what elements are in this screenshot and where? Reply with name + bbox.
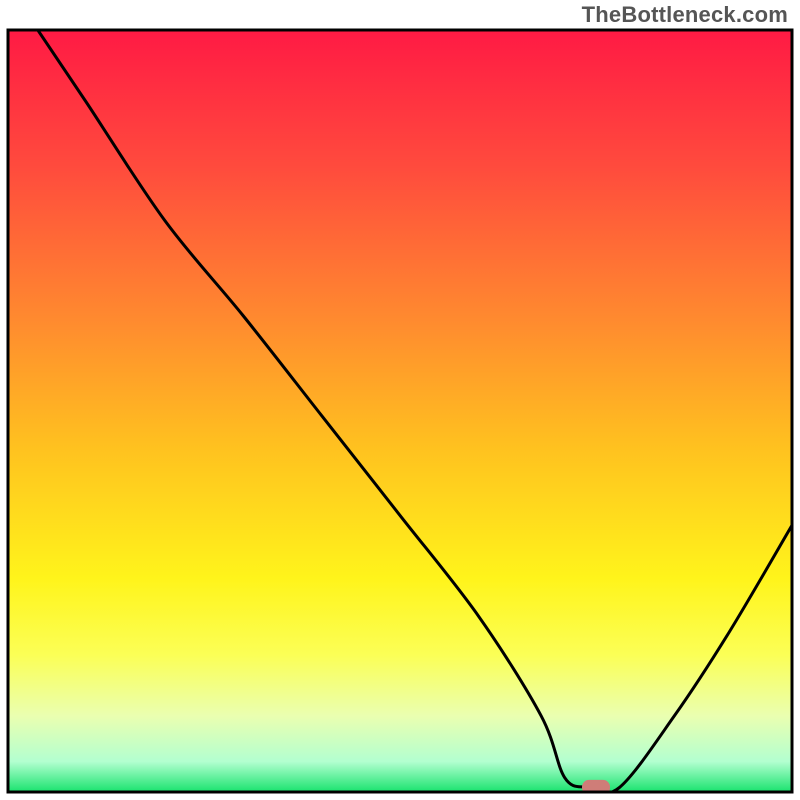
chart-container: TheBottleneck.com: [0, 0, 800, 800]
plot-background: [8, 30, 792, 792]
watermark-text: TheBottleneck.com: [582, 2, 788, 28]
bottleneck-chart: [0, 0, 800, 800]
